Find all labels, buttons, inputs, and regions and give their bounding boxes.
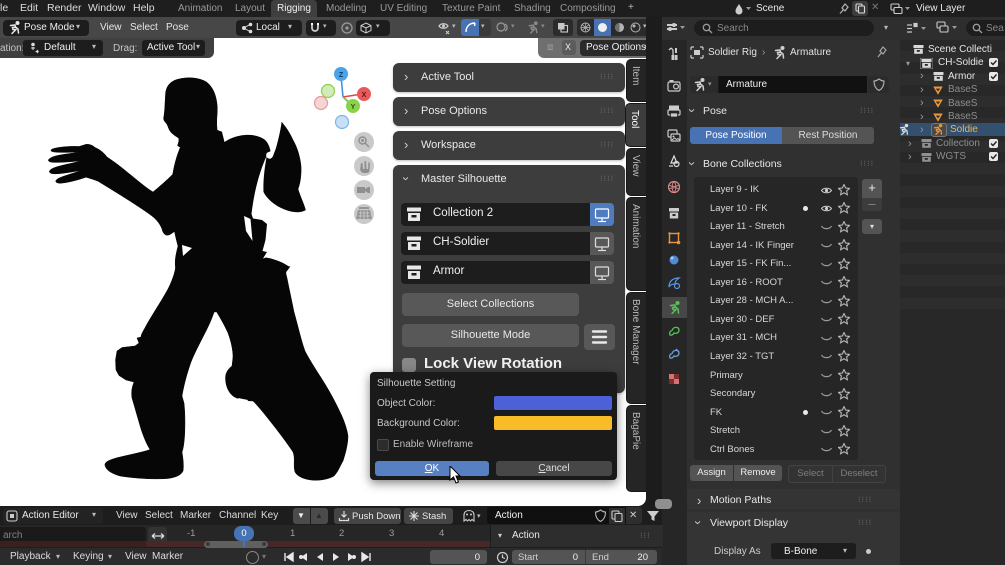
svg-text:X: X	[362, 92, 367, 99]
svg-text:Z: Z	[339, 72, 344, 79]
svg-text:Y: Y	[351, 104, 356, 111]
